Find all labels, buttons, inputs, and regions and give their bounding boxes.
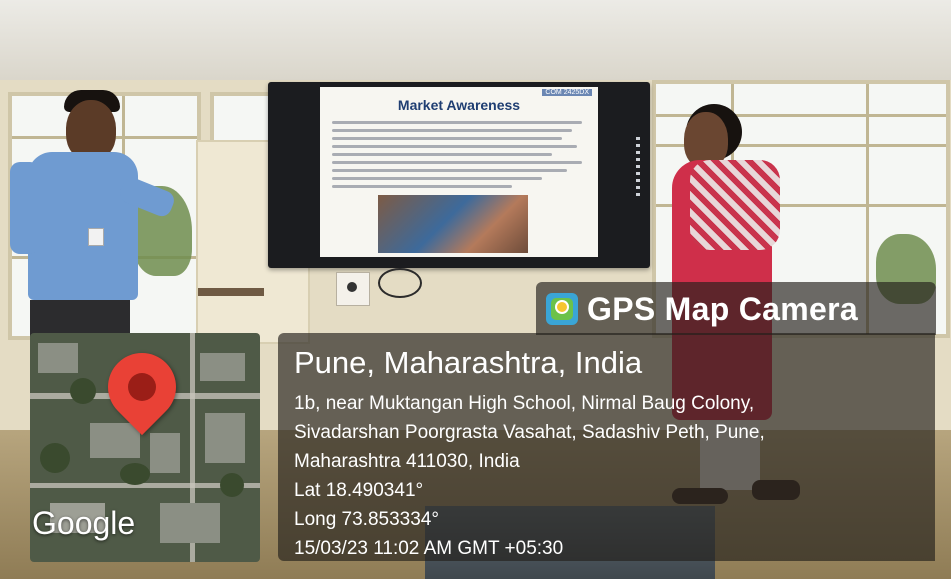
slide-title: Market Awareness	[397, 97, 521, 113]
longitude: Long 73.853334°	[294, 509, 439, 530]
gps-map-camera-icon	[546, 292, 578, 325]
brand-name: GPS Map Camera	[587, 290, 858, 327]
gps-map-camera-brand: GPS Map Camera	[536, 282, 936, 335]
wall-shelf	[198, 288, 264, 296]
address-line-1: 1b, near Muktangan High School, Nirmal B…	[294, 393, 755, 414]
wall-socket	[336, 272, 370, 306]
slide-photo	[378, 195, 528, 253]
slide-code: COM 2425DX	[542, 89, 592, 96]
gps-details: Pune, Maharashtra, India 1b, near Muktan…	[294, 345, 924, 563]
google-logo: Google	[32, 505, 136, 541]
satellite-map-thumbnail: Google	[30, 333, 260, 562]
location-title: Pune, Maharashtra, India	[294, 345, 643, 380]
address-line-2: Sivadarshan Poorgrasta Vasahat, Sadashiv…	[294, 422, 765, 443]
timestamp: 15/03/23 11:02 AM GMT +05:30	[294, 538, 564, 559]
smart-tv-display: COM 2425DX Market Awareness	[268, 82, 650, 268]
ceiling	[0, 0, 951, 80]
address-line-3: Maharashtra 411030, India	[294, 451, 520, 472]
power-cable	[378, 268, 422, 298]
latitude: Lat 18.490341°	[294, 480, 424, 501]
presentation-slide: COM 2425DX Market Awareness	[320, 87, 598, 257]
